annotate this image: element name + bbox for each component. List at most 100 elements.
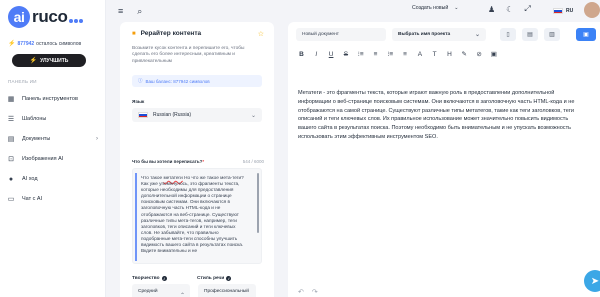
content-rewriter-card: ■ Рерайтер контента ☆ Возьмите кусок кон… xyxy=(120,22,274,297)
info-icon: i xyxy=(161,276,167,281)
card-title: ■ Рерайтер контента xyxy=(132,30,201,37)
templates-icon: ☰ xyxy=(7,116,15,123)
copy-button[interactable]: ▯ xyxy=(500,28,516,41)
logo-mark: ai xyxy=(8,6,30,28)
copy-icon: ▯ xyxy=(506,32,510,38)
align-button[interactable]: ≡ xyxy=(402,51,409,58)
sidebar-item-label: Шаблоны xyxy=(22,116,47,122)
chevron-up-icon: ⌃ xyxy=(179,293,185,297)
image-icon[interactable]: ▣ xyxy=(490,50,497,58)
bolt-icon: ⚡ xyxy=(29,58,38,64)
link-icon[interactable]: ⊘ xyxy=(476,50,483,58)
sidebar-item-documents[interactable]: ▤ Документы › xyxy=(6,132,98,146)
card-description: Возьмите кусок контента и перепишите его… xyxy=(132,46,245,64)
symbols-remaining: ⚡ 877942 осталось символов xyxy=(8,40,82,48)
strike-button[interactable]: S xyxy=(342,51,349,58)
dashboard-icon: ▦ xyxy=(7,96,15,103)
redo-icon[interactable]: ↷ xyxy=(312,288,318,296)
sidebar-item-dashboard[interactable]: ▦ Панель инструментов xyxy=(6,92,98,106)
logo-text: ruco xyxy=(32,7,68,26)
russia-flag-icon xyxy=(138,112,148,118)
chevron-down-icon: ⌄ xyxy=(250,112,256,119)
moon-icon[interactable]: ☾ xyxy=(506,5,513,14)
pen-icon[interactable]: ✎ xyxy=(461,50,468,58)
format-toolbar: B I U S ⁝≡ ≡ ⁝≡ ≡ A T H ✎ ⊘ ▣ xyxy=(298,50,497,59)
sidebar-item-images[interactable]: ⊡ Изображения AI xyxy=(6,152,98,166)
creativity-value: Средний xyxy=(138,289,158,294)
balance-text: Ваш баланс: 877942 символов xyxy=(145,78,210,84)
font-color-button[interactable]: A xyxy=(416,51,423,58)
top-toolbar-left: ≡ ⌕ xyxy=(118,6,142,17)
symbols-icon: ⚡ xyxy=(8,41,16,47)
sidebar-item-label: Чат с AI xyxy=(22,196,43,202)
creativity-label: Творчество i xyxy=(132,276,197,281)
underline-button[interactable]: U xyxy=(328,51,335,58)
text-size-button[interactable]: T xyxy=(431,51,438,58)
mic-icon: ● xyxy=(8,175,14,183)
user-icon[interactable]: ♟ xyxy=(488,5,495,14)
logo[interactable]: ai ruco xyxy=(8,6,83,28)
images-icon: ⊡ xyxy=(8,156,14,163)
header-icons: ♟ ☾ ⤢ xyxy=(488,4,531,14)
menu-icon[interactable]: ≡ xyxy=(118,6,123,17)
balance-badge: ⓘ Ваш баланс: 877942 символов xyxy=(132,75,262,87)
avatar[interactable] xyxy=(584,2,600,18)
info-icon: ⓘ xyxy=(138,78,143,83)
language-label: Язык xyxy=(132,100,145,105)
language-switcher[interactable]: RU xyxy=(553,8,573,14)
chevron-down-icon: ⌄ xyxy=(454,5,459,11)
export-doc-button[interactable]: ▤ xyxy=(522,28,538,41)
fullscreen-icon[interactable]: ⤢ xyxy=(524,4,530,14)
chat-icon: ▭ xyxy=(7,196,15,203)
rewrite-input-text: Что такое метатеги Но что же такое мета-… xyxy=(141,175,244,254)
export-pdf-button[interactable]: ▥ xyxy=(544,28,560,41)
search-icon[interactable]: ⌕ xyxy=(137,6,142,17)
sidebar-item-ai-voice[interactable]: ● AI ход xyxy=(6,172,98,186)
history-controls: ↶ ↷ xyxy=(298,288,318,296)
italic-button[interactable]: I xyxy=(313,51,320,58)
sidebar-item-ai-chat[interactable]: ▭ Чат с AI xyxy=(6,192,98,206)
speech-style-select[interactable]: Профессиональный xyxy=(198,284,256,297)
symbols-count: 877942 xyxy=(17,40,35,47)
scrollbar[interactable] xyxy=(257,173,259,233)
speech-style-label: Стиль речи i xyxy=(197,276,262,281)
symbols-suffix: осталось символов xyxy=(36,40,82,47)
sidebar-item-label: AI ход xyxy=(22,176,38,182)
documents-icon: ▤ xyxy=(7,136,15,143)
favorite-star-icon[interactable]: ☆ xyxy=(258,30,264,38)
document-name-input[interactable]: Новый документ xyxy=(296,28,386,41)
question-label: Что бы вы хотели переписать?* xyxy=(132,159,205,164)
document-icon: ▤ xyxy=(527,32,533,38)
sidebar-item-label: Изображения AI xyxy=(22,156,64,162)
bullet-list-button[interactable]: ≡ xyxy=(372,51,379,58)
creativity-select[interactable]: Средний ⌃ xyxy=(132,284,190,297)
heading-button[interactable]: H xyxy=(446,51,453,58)
create-new-menu[interactable]: Создать новый ⌄ xyxy=(412,5,459,11)
document-icon: ▥ xyxy=(549,32,555,38)
upgrade-button[interactable]: ⚡ УЛУЧШИТЬ xyxy=(12,54,86,67)
indent-button[interactable]: ⁝≡ xyxy=(387,50,394,58)
tool-icon: ■ xyxy=(132,30,136,37)
project-select[interactable]: Выбрать имя проекта ⌄ xyxy=(392,28,486,41)
telegram-icon[interactable]: ➤ xyxy=(584,270,600,292)
panel-label: ПАНЕЛЬ ИИ xyxy=(8,79,37,84)
speech-style-value: Профессиональный xyxy=(204,289,249,294)
sidebar-item-label: Панель инструментов xyxy=(22,96,78,102)
language-select[interactable]: Russian (Russia) ⌄ xyxy=(132,108,262,122)
rewrite-input[interactable]: Что такое метатеги Но что же такое мета-… xyxy=(132,168,262,264)
sidebar-item-templates[interactable]: ☰ Шаблоны xyxy=(6,112,98,126)
ordered-list-button[interactable]: ⁝≡ xyxy=(357,50,364,58)
card-title-text: Рерайтер контента xyxy=(140,30,202,37)
info-icon: i xyxy=(226,276,232,281)
upgrade-label: УЛУЧШИТЬ xyxy=(40,57,69,64)
language-code: RU xyxy=(566,8,574,14)
save-button[interactable]: ▣ xyxy=(576,28,596,41)
russia-flag-icon xyxy=(553,8,563,14)
create-new-label: Создать новый xyxy=(412,5,449,11)
undo-icon[interactable]: ↶ xyxy=(298,288,304,296)
options-labels: Творчество i Стиль речи i xyxy=(132,276,262,281)
bold-button[interactable]: B xyxy=(298,51,305,58)
sidebar-item-label: Документы xyxy=(22,136,51,142)
document-body[interactable]: Метатеги - это фрагменты текста, которые… xyxy=(298,89,588,142)
document-editor: Новый документ Выбрать имя проекта ⌄ ▯ ▤… xyxy=(288,22,600,297)
